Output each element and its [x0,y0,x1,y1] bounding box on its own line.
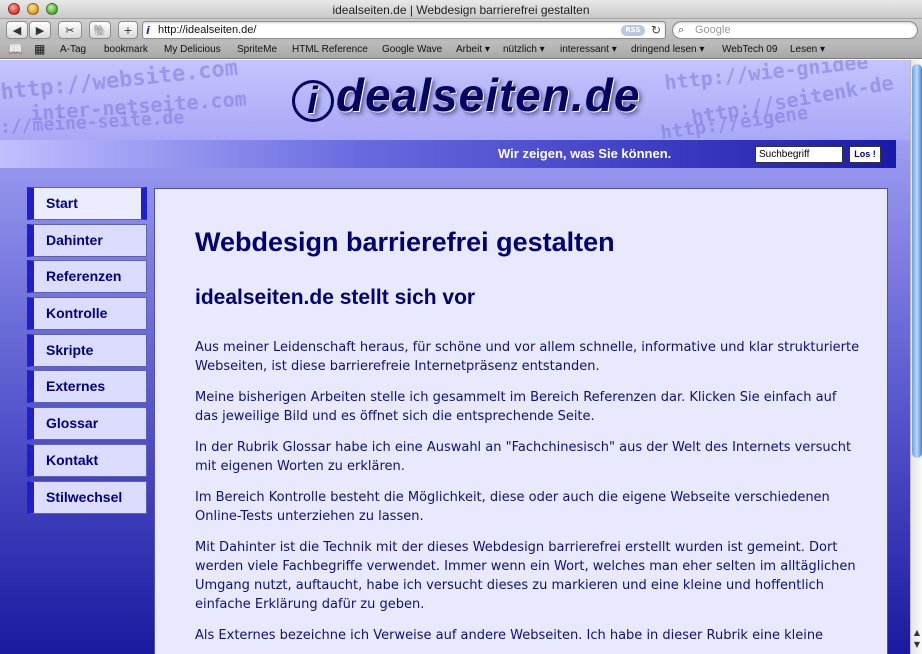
content-paragraph: Meine bisherigen Arbeiten stelle ich ges… [195,390,837,424]
page-subtitle: idealseiten.de stellt sich vor [195,286,476,309]
address-url[interactable]: http://idealseiten.de/ [158,24,256,36]
site-search-button[interactable]: Los ! [849,146,881,163]
content-paragraph: In der Rubrik Glossar habe ich eine Ausw… [195,440,852,474]
bookmark-item[interactable]: nützlich ▾ [503,44,545,55]
site-search-input[interactable]: Suchbegriff [755,146,843,163]
nav-item-dahinter[interactable]: Dahinter [27,223,147,257]
slogan-bar: Wir zeigen, was Sie können. Suchbegriff … [0,140,896,168]
nav-item-kontakt[interactable]: Kontakt [27,443,147,477]
top-sites-grid-icon[interactable]: ▦ [34,42,45,56]
scroll-down-arrow-icon[interactable]: ▼ [912,640,922,652]
bookmark-item[interactable]: My Delicious [164,44,221,55]
main-navigation: Start Dahinter Referenzen Kontrolle Skri… [27,187,147,517]
content-paragraph: Mit Dahinter ist die Technik mit der die… [195,540,856,612]
bookmark-item[interactable]: WebTech 09 [722,44,777,55]
bookmark-item[interactable]: bookmark [104,44,148,55]
title-bar: idealseiten.de | Webdesign barrierefrei … [0,0,922,19]
evernote-icon[interactable]: 🐘 [89,21,111,39]
content-paragraph: Aus meiner Leidenschaft heraus, für schö… [195,340,860,374]
nav-item-start[interactable]: Start [27,187,147,220]
scrollbar-thumb[interactable] [912,64,922,458]
nav-item-skripte[interactable]: Skripte [27,333,147,367]
bookmark-item[interactable]: Lesen ▾ [790,44,825,55]
search-icon: ⌕ [678,23,685,36]
back-button[interactable]: ◀ [6,21,28,39]
page-viewport: http://website.com inter-netseite.com :/… [0,60,910,654]
logo-text: dealseiten.de [336,69,641,121]
browser-toolbar: ◀ ▶ ✂ 🐘 + i http://idealseiten.de/ RSS ↻… [0,19,922,41]
nav-item-stilwechsel[interactable]: Stilwechsel [27,480,147,514]
forward-button[interactable]: ▶ [29,21,51,39]
slogan-text: Wir zeigen, was Sie können. [498,146,672,161]
bookmark-item[interactable]: interessant ▾ [560,44,617,55]
add-bookmark-button[interactable]: + [118,21,138,39]
logo-initial: i [292,80,334,122]
site-logo[interactable]: i dealseiten.de [292,68,640,122]
window-title: idealseiten.de | Webdesign barrierefrei … [332,3,590,17]
bookmarks-bar: 📖 ▦ A-Tag bookmark My Delicious SpriteMe… [0,41,922,59]
bookmark-item[interactable]: HTML Reference [292,44,368,55]
bookmarks-book-icon[interactable]: 📖 [8,42,23,56]
nav-item-referenzen[interactable]: Referenzen [27,260,147,294]
address-bar[interactable]: i http://idealseiten.de/ RSS ↻ [142,21,666,39]
site-header: http://website.com inter-netseite.com :/… [0,60,910,140]
nav-item-glossar[interactable]: Glossar [27,407,147,441]
main-content: Webdesign barrierefrei gestalten idealse… [154,188,888,654]
page-title: Webdesign barrierefrei gestalten [195,227,615,257]
vertical-scrollbar[interactable]: ▲ ▼ [910,60,922,654]
header-decoration-text: ://meine-seite.de [0,107,185,138]
content-paragraph: Als Externes bezeichne ich Verweise auf … [195,628,824,643]
search-placeholder: Google [695,24,731,36]
snippet-icon[interactable]: ✂ [58,21,82,39]
scroll-up-arrow-icon[interactable]: ▲ [912,628,922,640]
bookmark-item[interactable]: SpriteMe [237,44,277,55]
rss-icon[interactable]: RSS [621,25,645,36]
search-field[interactable]: ⌕ Google [672,21,918,39]
browser-window: idealseiten.de | Webdesign barrierefrei … [0,0,922,654]
content-paragraph: Im Bereich Kontrolle besteht die Möglich… [195,490,830,524]
reload-icon[interactable]: ↻ [651,23,661,37]
bookmark-item[interactable]: A-Tag [60,44,86,55]
nav-item-externes[interactable]: Externes [27,370,147,404]
bookmark-item[interactable]: Arbeit ▾ [456,44,490,55]
site-favicon-icon: i [146,24,150,37]
bookmark-item[interactable]: Google Wave [382,44,442,55]
bookmark-item[interactable]: dringend lesen ▾ [631,44,704,55]
nav-item-kontrolle[interactable]: Kontrolle [27,297,147,331]
